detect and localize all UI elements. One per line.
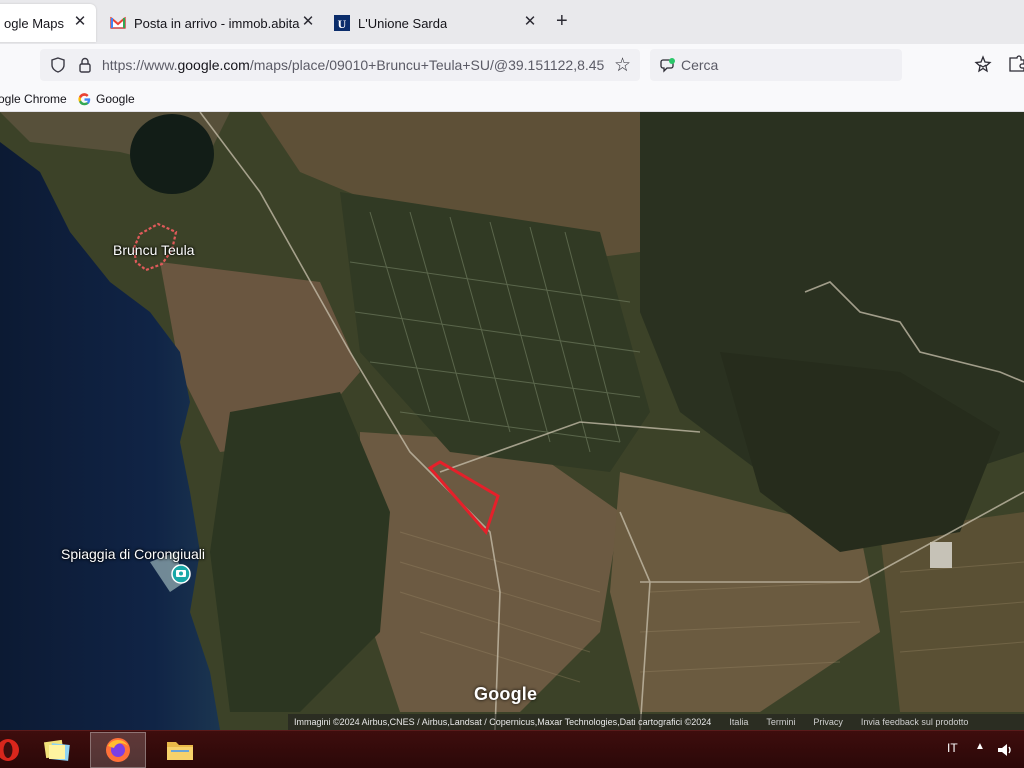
taskbar-app-firefox[interactable] [90,732,146,768]
tab-gmail[interactable]: Posta in arrivo - immob.abitare ✕ [100,4,324,42]
firefox-icon [106,738,130,762]
bookmarks-toolbar: ogle Chrome Google [0,86,1024,112]
bookmark-chrome[interactable]: ogle Chrome [0,92,67,106]
tab-label: ogle Maps [4,15,64,31]
volume-icon[interactable] [996,742,1014,758]
imagery-credits: Immagini ©2024 Airbus,CNES / Airbus,Land… [294,717,712,727]
show-hidden-icons-icon[interactable]: ▲ [975,741,985,752]
close-icon[interactable]: ✕ [72,14,88,30]
beach-label[interactable]: Spiaggia di Corongiuali [61,546,205,562]
close-icon[interactable]: ✕ [300,14,316,30]
privacy-link[interactable]: Privacy [813,717,843,727]
bookmark-label: Google [96,92,135,106]
bookmark-star-icon[interactable]: ☆ [614,54,631,77]
gmail-icon [110,15,126,31]
taskbar-app-sticky-notes[interactable] [28,732,84,768]
region-link[interactable]: Italia [729,717,748,727]
tab-unione-sarda[interactable]: U L'Unione Sarda ✕ [324,4,546,42]
input-language-indicator[interactable]: IT [947,741,958,755]
terms-link[interactable]: Termini [766,717,795,727]
navigation-bar: https://www.google.com/maps/place/09010+… [0,44,1024,86]
unione-sarda-icon: U [334,15,350,31]
screen: ogle Maps ✕ Posta in arrivo - immob.abit… [0,0,1024,768]
google-g-icon [78,92,91,105]
url-path: /maps/place/09010+Bruncu+Teula+SU/@39.15… [249,57,605,73]
tab-google-maps[interactable]: ogle Maps ✕ [0,4,96,42]
search-box[interactable]: Cerca [650,49,902,81]
feedback-link[interactable]: Invia feedback sul prodotto [861,717,969,727]
tracking-shield-icon[interactable] [50,57,66,73]
town-label[interactable]: Bruncu Teula [113,242,194,258]
url-prefix: https://www. [102,57,178,73]
svg-text:U: U [338,17,347,31]
tab-label: L'Unione Sarda [358,15,448,31]
google-logo: Google [474,684,538,704]
map-canvas[interactable]: Bruncu Teula Spiaggia di Corongiuali Goo… [0,112,1024,730]
tab-strip: ogle Maps ✕ Posta in arrivo - immob.abit… [0,0,1024,44]
bookmark-label: ogle Chrome [0,92,67,106]
search-engine-icon [660,58,675,73]
sticky-notes-icon [43,739,70,761]
extensions-icon[interactable] [1008,55,1024,73]
taskbar-app-file-explorer[interactable] [152,732,208,768]
new-tab-button[interactable]: + [556,11,568,31]
bookmark-google[interactable]: Google [78,92,135,106]
url-text[interactable]: https://www.google.com/maps/place/09010+… [102,57,607,73]
taskbar: IT ▲ [0,730,1024,768]
search-placeholder: Cerca [681,57,719,73]
map-attribution-bar: Immagini ©2024 Airbus,CNES / Airbus,Land… [288,714,1024,730]
folder-icon [167,742,193,760]
tab-label: Posta in arrivo - immob.abitare [134,15,300,31]
close-icon[interactable]: ✕ [522,14,538,30]
url-bar[interactable]: https://www.google.com/maps/place/09010+… [40,49,640,81]
satellite-imagery[interactable] [0,112,1024,730]
save-to-pocket-icon[interactable] [974,55,992,73]
url-domain: google.com [177,57,250,73]
lock-icon[interactable] [78,57,92,73]
opera-icon [0,739,19,761]
